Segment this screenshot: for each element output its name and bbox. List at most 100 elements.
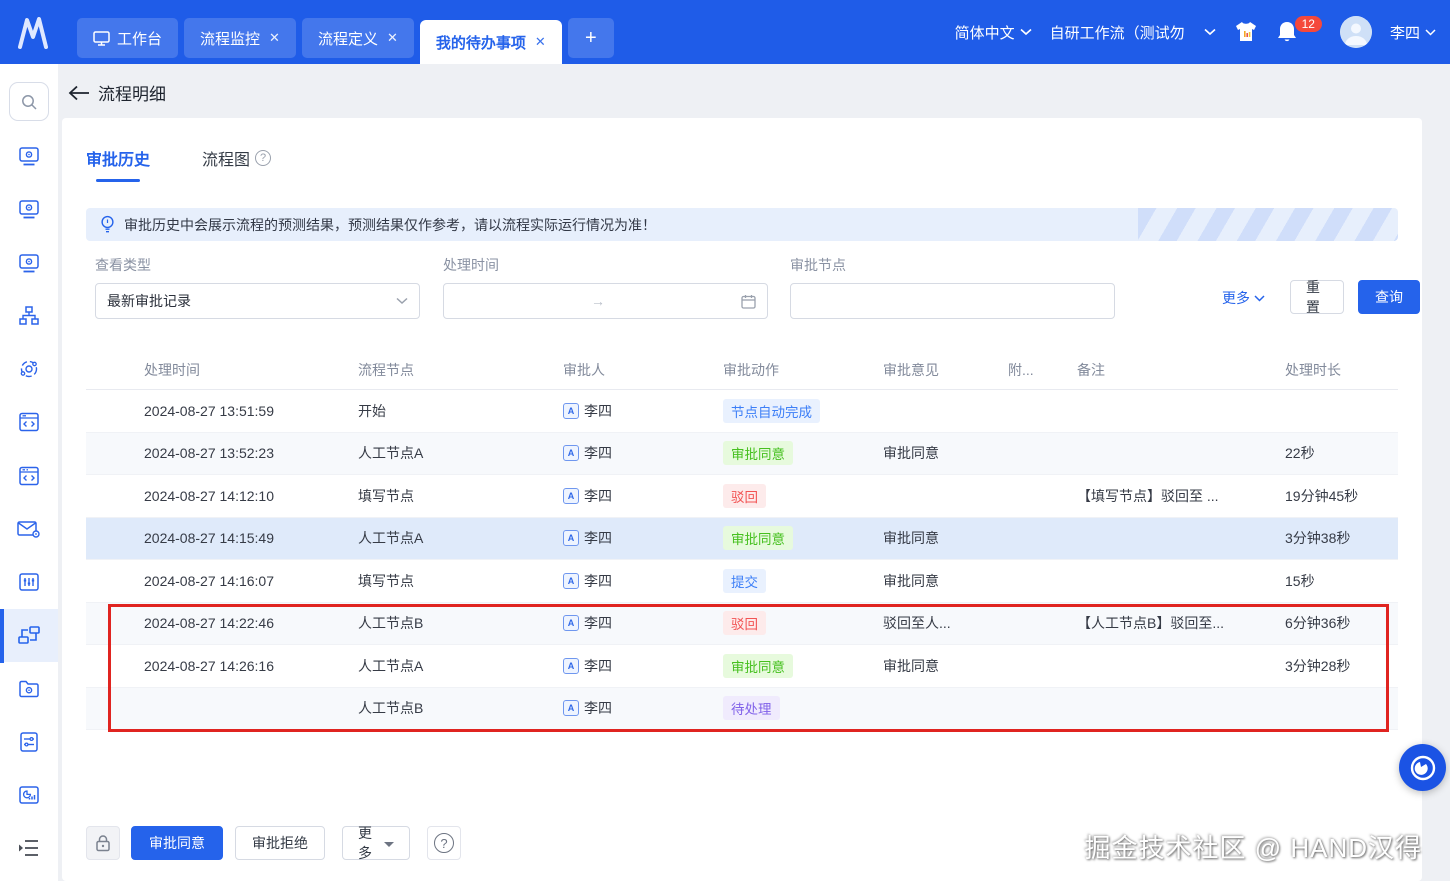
left-sidebar	[0, 64, 58, 881]
sidebar-item-api[interactable]	[0, 449, 58, 502]
approve-button[interactable]: 审批同意	[131, 826, 223, 860]
more-filters-label: 更多	[1222, 290, 1250, 306]
chevron-down-icon	[1425, 28, 1436, 36]
api-window-icon	[19, 466, 39, 485]
action-tag: 提交	[723, 568, 766, 593]
sidebar-item-mail[interactable]	[0, 502, 58, 555]
nav-tab-2[interactable]: 流程定义 ✕	[301, 18, 414, 58]
approver-name: 李四	[584, 700, 612, 717]
action-tag: 节点自动完成	[723, 398, 820, 423]
cell-approver: A 李四	[563, 571, 723, 591]
table-body: 2024-08-27 13:51:59 开始 A 李四 节点自动完成 2024-08-27…	[86, 390, 1398, 730]
filter-label: 处理时间	[443, 257, 499, 273]
close-tab-icon[interactable]: ✕	[535, 34, 546, 50]
tab-approval-history[interactable]: 审批历史	[86, 146, 150, 182]
approver-name: 李四	[584, 572, 612, 589]
table-row[interactable]: 2024-08-27 14:26:16 人工节点A A 李四 审批同意 审批同意 3分钟28…	[86, 645, 1398, 688]
approver-name: 李四	[584, 530, 612, 547]
sidebar-item-flow[interactable]	[0, 608, 58, 663]
reset-button[interactable]: 重置	[1290, 279, 1344, 315]
more-filters-link[interactable]: 更多	[1222, 288, 1265, 308]
sidebar-item-workbench-1[interactable]	[0, 129, 58, 182]
search-button[interactable]: 查询	[1358, 280, 1420, 314]
assistant-logo-icon	[1410, 755, 1435, 780]
view-type-select[interactable]: 最新审批记录	[95, 283, 420, 319]
sidebar-item-org[interactable]	[0, 289, 58, 342]
sidebar-item-code[interactable]	[0, 396, 58, 449]
theme-skin-button[interactable]	[1234, 21, 1258, 43]
sidebar-item-params[interactable]	[0, 555, 58, 608]
time-range-picker[interactable]: →	[443, 283, 768, 319]
approver-avatar-icon: A	[563, 572, 579, 589]
table-row[interactable]: 2024-08-27 14:22:46 人工节点B A 李四 驳回 驳回至人... 【人工节…	[86, 602, 1398, 645]
more-actions-button[interactable]: 更多	[342, 825, 410, 861]
approver-avatar-icon: A	[563, 487, 579, 504]
cell-handle-time: 2024-08-27 14:16:07	[144, 572, 274, 589]
notifications-button[interactable]: 12	[1276, 16, 1322, 44]
approver-avatar-icon: A	[563, 402, 579, 419]
cell-opinion: 审批同意	[883, 445, 939, 462]
tab-flow-diagram[interactable]: 流程图 ?	[202, 146, 272, 182]
calendar-icon	[741, 294, 756, 309]
lock-icon	[96, 835, 110, 852]
filter-label: 审批节点	[790, 257, 846, 273]
notification-badge: 12	[1294, 16, 1322, 32]
workspace-label: 自研工作流（测试勿	[1049, 24, 1185, 42]
cell-flow-node: 人工节点A	[358, 445, 424, 462]
filter-handle-time: 处理时间 →	[443, 255, 768, 319]
new-tab-button[interactable]: +	[567, 18, 614, 58]
more-actions-label: 更多	[358, 825, 372, 861]
help-button[interactable]: ?	[427, 826, 461, 860]
sidebar-search[interactable]	[9, 82, 49, 122]
table-row[interactable]: 2024-08-27 14:12:10 填写节点 A 李四 驳回 【填写节点】驳回至 ..…	[86, 475, 1398, 518]
nav-tab-3[interactable]: 我的待办事项 ✕	[419, 20, 562, 64]
language-select[interactable]: 简体中文	[955, 22, 1032, 43]
sidebar-item-services[interactable]	[0, 342, 58, 395]
approver-avatar-icon: A	[563, 445, 579, 462]
sidebar-item-workbench-3[interactable]	[0, 236, 58, 289]
cell-opinion: 审批同意	[883, 657, 939, 674]
close-tab-icon[interactable]: ✕	[387, 30, 398, 46]
sidebar-collapse-button[interactable]	[0, 822, 58, 875]
avatar[interactable]	[1339, 16, 1372, 48]
approver-avatar-icon: A	[563, 615, 579, 632]
help-icon[interactable]: ?	[255, 150, 272, 166]
nav-tab-0[interactable]: 工作台	[77, 18, 179, 58]
lock-button[interactable]	[86, 826, 120, 860]
approver-name: 李四	[584, 402, 612, 419]
cell-handle-time: 2024-08-27 14:22:46	[144, 615, 274, 632]
nav-tab-label: 流程监控	[200, 30, 261, 48]
sidebar-item-reports[interactable]	[0, 768, 58, 821]
logo-icon	[18, 17, 48, 49]
table-row[interactable]: 2024-08-27 13:51:59 开始 A 李四 节点自动完成	[86, 390, 1398, 433]
top-navbar: 工作台 流程监控 ✕ 流程定义 ✕ 我的待办事项 ✕ + 简体中文 自研工作流（测试勿 12	[0, 0, 1450, 64]
assistant-floating-button[interactable]	[1399, 744, 1446, 791]
folder-settings-icon	[19, 680, 39, 697]
flow-nodes-icon	[18, 626, 40, 645]
sidebar-item-workbench-2[interactable]	[0, 183, 58, 236]
sidebar-item-forms[interactable]	[0, 715, 58, 768]
chevron-down-icon	[1204, 28, 1216, 36]
page-title: 流程明细	[98, 85, 166, 104]
nav-tab-1[interactable]: 流程监控 ✕	[184, 18, 296, 58]
action-tag: 审批同意	[723, 653, 793, 678]
cell-duration: 22秒	[1285, 445, 1315, 462]
user-menu[interactable]: 李四	[1390, 22, 1436, 43]
app-logo[interactable]	[12, 12, 54, 54]
cell-action: 审批同意	[723, 653, 883, 678]
header-remark: 备注	[1077, 361, 1105, 378]
table-row[interactable]: 人工节点B A 李四 待处理	[86, 687, 1398, 730]
table-row[interactable]: 2024-08-27 14:15:49 人工节点A A 李四 审批同意 审批同意 3分钟38…	[86, 517, 1398, 560]
reset-label: 重置	[1306, 279, 1320, 315]
sidebar-item-folder[interactable]	[0, 662, 58, 715]
table-row[interactable]: 2024-08-27 14:16:07 填写节点 A 李四 提交 审批同意 15秒	[86, 560, 1398, 603]
approver-name: 李四	[584, 615, 612, 632]
language-label: 简体中文	[954, 24, 1015, 42]
back-arrow-icon[interactable]	[68, 85, 90, 101]
cell-duration: 19分钟45秒	[1285, 487, 1359, 504]
workspace-select[interactable]: 自研工作流（测试勿	[1050, 22, 1216, 43]
approval-node-input[interactable]	[790, 283, 1115, 319]
reject-button[interactable]: 审批拒绝	[235, 826, 325, 860]
table-row[interactable]: 2024-08-27 13:52:23 人工节点A A 李四 审批同意 审批同意 22秒	[86, 432, 1398, 475]
close-tab-icon[interactable]: ✕	[269, 30, 280, 46]
